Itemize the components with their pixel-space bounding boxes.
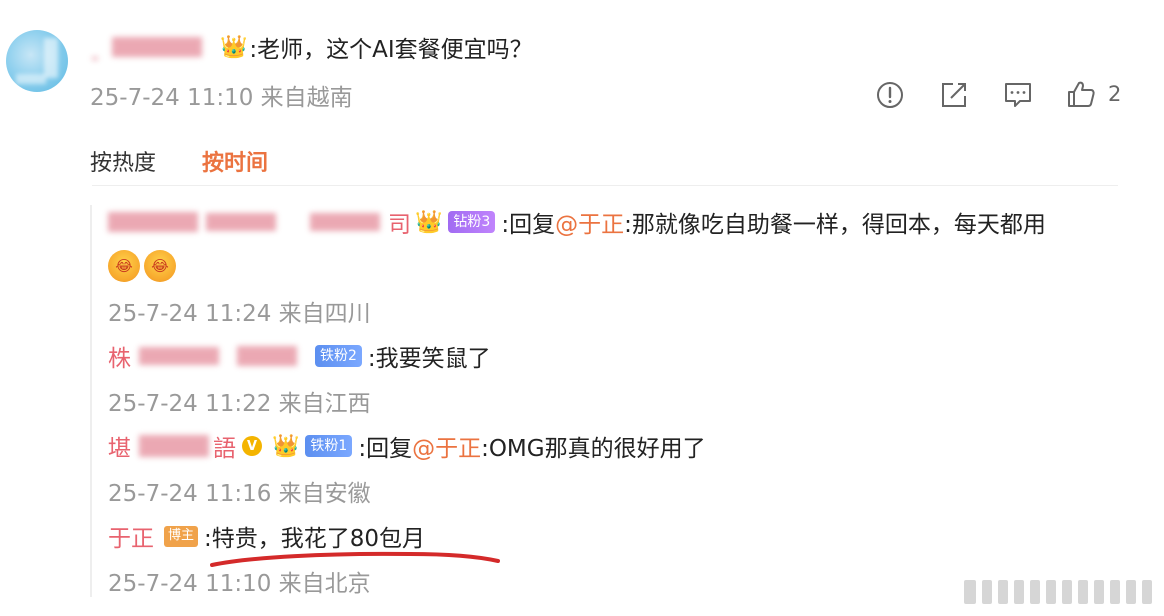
verified-v-icon: V (242, 436, 262, 456)
comment-header: 👑 :老师，这个AI套餐便宜吗？ (92, 30, 533, 64)
username-blurred[interactable] (206, 213, 276, 231)
username-blurred[interactable] (139, 347, 219, 365)
reply-prefix: :回复 (501, 212, 556, 238)
tab-sort-time[interactable]: 按时间 (202, 145, 268, 177)
share-icon (942, 83, 966, 107)
tab-sort-hot[interactable]: 按热度 (90, 145, 156, 177)
reply-text: :我要笑鼠了 (367, 346, 491, 372)
emoji-row: 😂 😂 (108, 250, 180, 282)
mention-link[interactable]: @于正 (555, 205, 624, 239)
crown-icon: 👑 (220, 34, 248, 60)
reply-text: :那就像吃自助餐一样，得回本，每天都用 (624, 212, 1046, 238)
reply-line: 株 铁粉2 :我要笑鼠了 (108, 338, 491, 374)
like-count: 2 (1108, 82, 1122, 106)
reply-line: 司 👑 钻粉3 :回复 @于正 :那就像吃自助餐一样，得回本，每天都用 (108, 204, 1046, 240)
share-button[interactable] (938, 80, 970, 110)
avatar[interactable] (6, 30, 68, 92)
username-blurred[interactable] (310, 213, 380, 231)
username-fragment[interactable]: 司 (388, 205, 411, 239)
mention-link[interactable]: @于正 (412, 429, 481, 463)
laughing-emoji-icon: 😂 (144, 250, 176, 282)
username-fragment[interactable]: 株 (108, 339, 131, 373)
exclamation-circle-icon (877, 82, 903, 108)
username-blurred[interactable] (112, 37, 202, 57)
laughing-emoji-icon: 😂 (108, 250, 140, 282)
username-blurred[interactable] (92, 56, 98, 60)
comment-time: 25-7-24 11:10 来自越南 (90, 85, 353, 111)
comment-text: :老师，这个AI套餐便宜吗？ (249, 37, 533, 63)
reply-time: 25-7-24 11:22 来自江西 (108, 391, 371, 417)
username-fragment[interactable]: 堪 (108, 429, 131, 463)
crown-icon: 👑 (415, 209, 443, 235)
reply-time: 25-7-24 11:10 来自北京 (108, 571, 371, 597)
username-fragment[interactable]: 語 (213, 429, 236, 463)
reply-line: 堪 語 V 👑 铁粉1 :回复 @于正 :OMG那真的很好用了 (108, 428, 706, 464)
username-blurred[interactable] (139, 435, 209, 457)
divider (92, 185, 1118, 186)
watermark-bars (964, 580, 1152, 604)
reply-prefix: :回复 (358, 436, 413, 462)
username[interactable]: 于正 (108, 519, 154, 553)
fan-badge[interactable]: 铁粉2 (315, 345, 362, 367)
username-blurred[interactable] (237, 346, 297, 366)
fan-badge[interactable]: 钻粉3 (448, 211, 496, 233)
report-button[interactable] (875, 80, 905, 110)
blogger-badge: 博主 (164, 525, 199, 547)
reply-panel-border (90, 205, 92, 597)
thumbs-up-icon (1068, 81, 1095, 107)
comment-icon (1005, 83, 1031, 107)
username-blurred[interactable] (108, 212, 198, 232)
comment-button[interactable] (1002, 80, 1034, 110)
fan-badge[interactable]: 铁粉1 (305, 435, 353, 457)
reply-time: 25-7-24 11:16 来自安徽 (108, 481, 371, 507)
reply-time: 25-7-24 11:24 来自四川 (108, 301, 371, 327)
reply-text: :OMG那真的很好用了 (481, 436, 706, 462)
crown-icon: 👑 (272, 433, 300, 459)
like-button[interactable]: 2 (1066, 78, 1121, 110)
